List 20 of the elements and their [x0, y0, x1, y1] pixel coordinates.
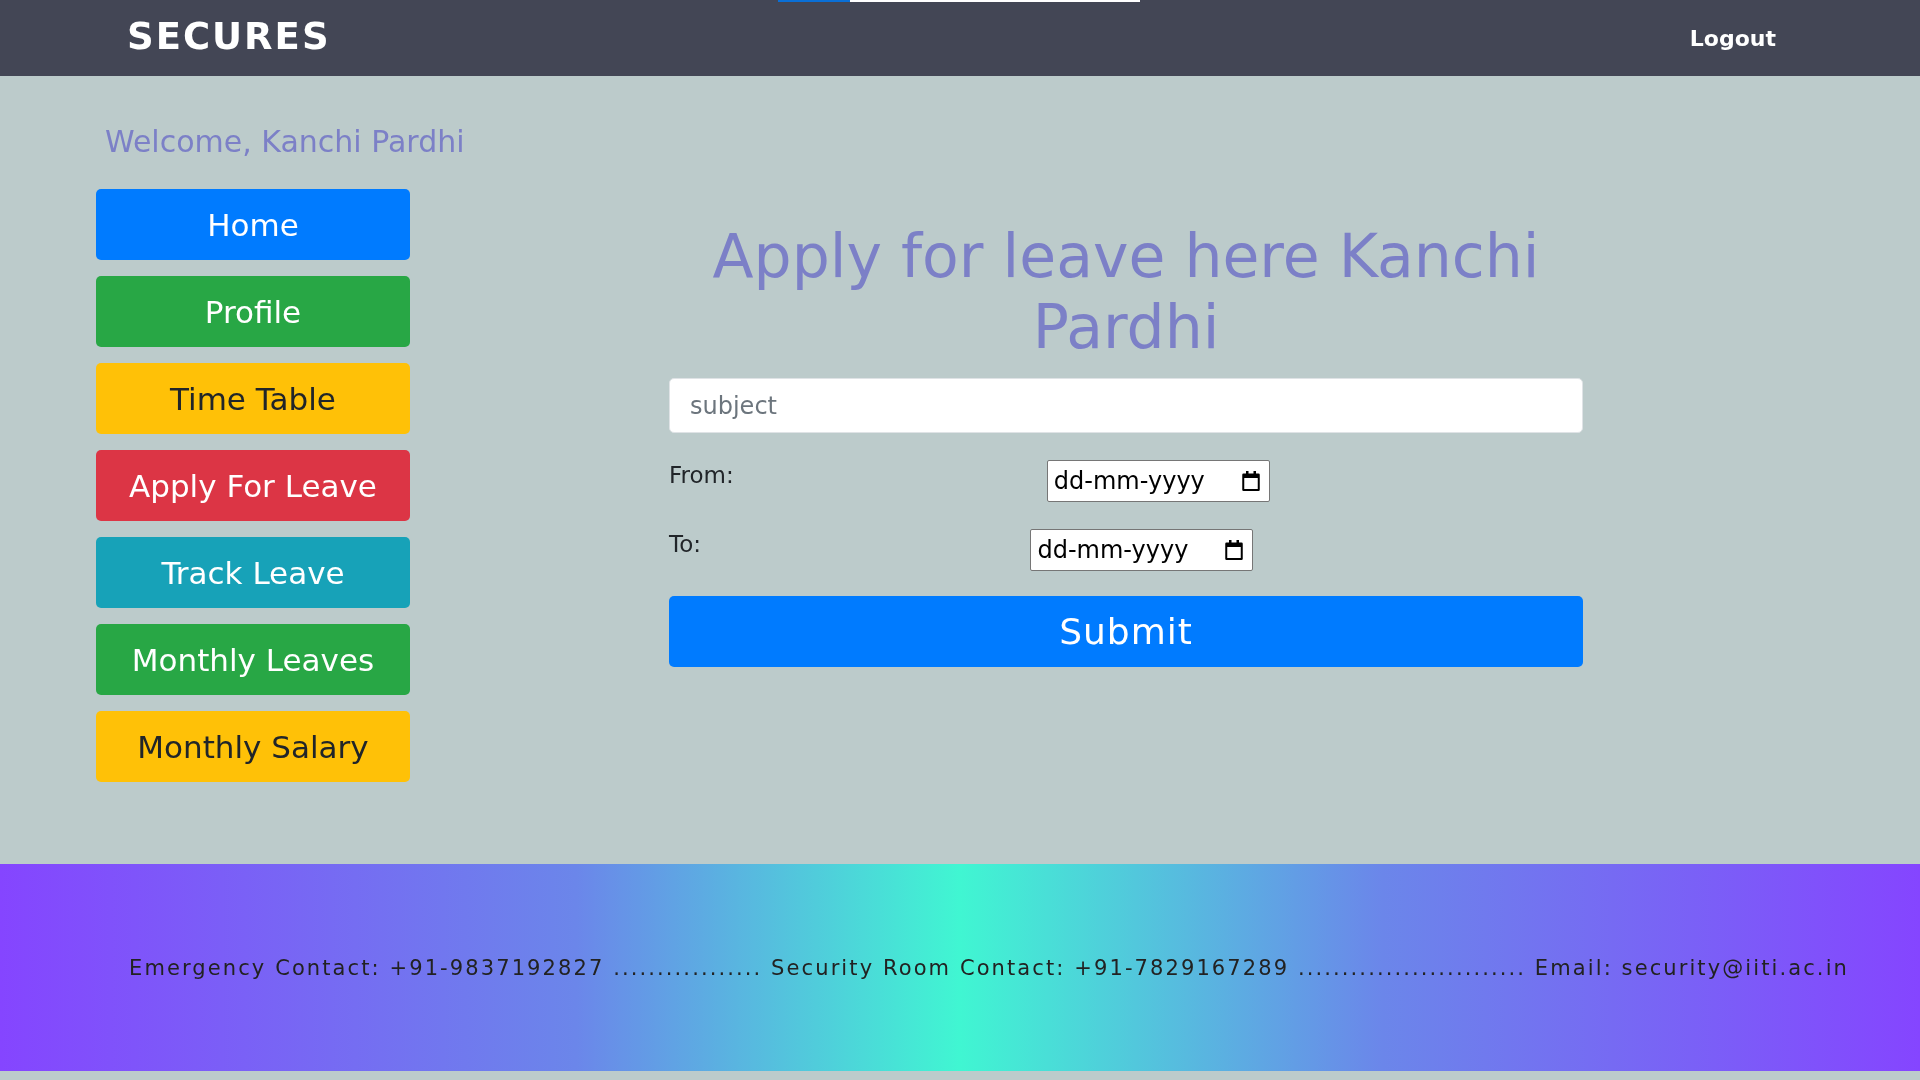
calendar-icon[interactable] — [1241, 471, 1260, 491]
nav-button[interactable]: Track Leave — [96, 537, 410, 608]
date-field[interactable]: dd-mm-yyyy — [1046, 460, 1270, 502]
logout-link[interactable]: Logout — [1689, 25, 1776, 51]
nav-button[interactable]: Time Table — [96, 363, 410, 434]
nav-button[interactable]: Apply For Leave — [96, 450, 410, 521]
date-label: From: — [669, 461, 734, 490]
subject-field[interactable]: subject — [669, 378, 1583, 433]
nav-button[interactable]: Monthly Leaves — [96, 624, 410, 695]
calendar-icon[interactable] — [1225, 540, 1244, 560]
welcome-text: Welcome, Kanchi Pardhi — [105, 124, 465, 160]
brand-logo[interactable]: SECURES — [127, 14, 331, 58]
form-heading: Apply for leave here Kanchi Pardhi — [711, 221, 1541, 363]
nav-button[interactable]: Home — [96, 189, 410, 260]
date-field[interactable]: dd-mm-yyyy — [1030, 529, 1254, 571]
submit-button[interactable]: Submit — [669, 596, 1583, 667]
nav-button[interactable]: Monthly Salary — [96, 711, 410, 782]
date-label: To: — [669, 530, 701, 559]
contact-info-text: Emergency Contact: +91-9837192827 ................. Security Room Contact: +91-7829167289 .......................... Email: security@iiti.ac.in — [129, 955, 1849, 980]
nav-button[interactable]: Profile — [96, 276, 410, 347]
